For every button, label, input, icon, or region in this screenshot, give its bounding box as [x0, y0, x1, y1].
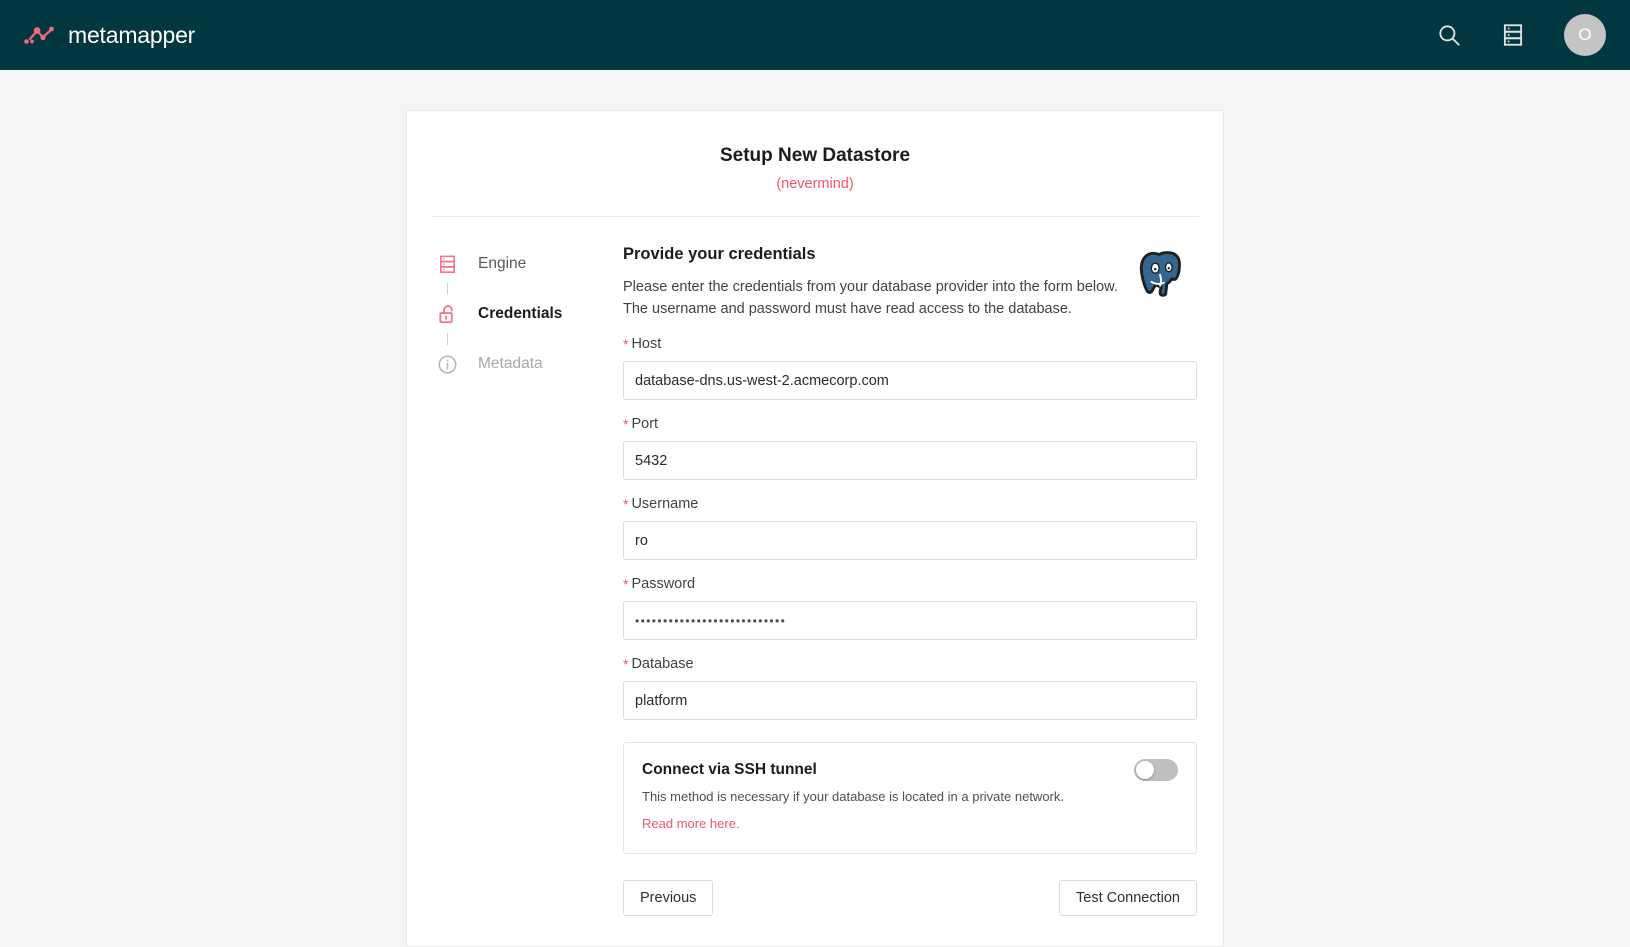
database-stack-icon [435, 252, 460, 277]
label-text: Password [631, 576, 696, 593]
page-title: Setup New Datastore [719, 145, 911, 166]
required-marker: * [623, 656, 629, 673]
sidebar-item-engine[interactable]: Engine [435, 247, 619, 281]
step-connector [447, 283, 448, 295]
test-connection-button[interactable]: Test Connection [1059, 880, 1197, 917]
field-port: * Port [623, 416, 1197, 481]
unlocked-padlock-icon [435, 302, 460, 327]
database-input[interactable] [623, 681, 1197, 721]
form-actions: Previous Test Connection [623, 880, 1197, 917]
field-label: * Port [623, 416, 1197, 432]
required-marker: * [623, 336, 629, 353]
card-body: Engine Credentials Metadata Provide your… [407, 217, 1223, 917]
ssh-tunnel-description: This method is necessary if your databas… [642, 789, 1064, 805]
form-description-line1: Please enter the credentials from your d… [623, 279, 1118, 295]
credentials-form: Provide your credentials Please enter th… [619, 243, 1197, 917]
avatar-initial: O [1578, 25, 1592, 44]
field-database: * Database [623, 656, 1197, 721]
form-description: Please enter the credentials from your d… [623, 276, 1128, 320]
required-marker: * [623, 496, 629, 513]
field-label: * Username [623, 496, 1197, 512]
form-heading: Provide your credentials [623, 245, 816, 263]
form-description-line2: The username and password must have read… [623, 301, 1072, 318]
field-password: * Password [623, 576, 1197, 641]
cancel-link[interactable]: (nevermind) [407, 176, 1223, 192]
sidebar-item-label: Metadata [478, 355, 543, 372]
host-input[interactable] [623, 361, 1197, 401]
step-connector [447, 333, 448, 345]
required-marker: * [623, 416, 629, 433]
avatar[interactable]: O [1564, 14, 1606, 56]
field-host: * Host [623, 336, 1197, 401]
field-label: * Host [623, 336, 1197, 352]
previous-button[interactable]: Previous [623, 880, 714, 917]
sidebar-item-label: Credentials [478, 305, 563, 322]
field-label: * Database [623, 656, 1197, 672]
top-navigation-bar: metamapper O [0, 0, 1630, 70]
postgresql-elephant-icon [1131, 243, 1193, 305]
sidebar-item-label: Engine [478, 255, 527, 272]
username-input[interactable] [623, 521, 1197, 561]
label-text: Username [631, 496, 699, 513]
molecule-logo-icon [24, 22, 58, 48]
ssh-read-more-link[interactable]: Read more here. [642, 816, 740, 831]
setup-steps: Engine Credentials Metadata [433, 245, 619, 916]
topbar-actions: O [1436, 14, 1606, 56]
setup-datastore-card: Setup New Datastore (nevermind) Engine C… [406, 110, 1224, 947]
label-text: Port [631, 416, 659, 433]
ssh-tunnel-toggle[interactable] [1134, 759, 1178, 782]
port-input[interactable] [623, 441, 1197, 481]
database-stack-icon[interactable] [1500, 22, 1526, 48]
page-content: Setup New Datastore (nevermind) Engine C… [0, 70, 1630, 947]
password-input[interactable] [623, 601, 1197, 641]
field-username: * Username [623, 496, 1197, 561]
sidebar-item-metadata[interactable]: Metadata [435, 347, 619, 381]
toggle-knob [1136, 761, 1154, 780]
ssh-tunnel-panel: Connect via SSH tunnel This method is ne… [623, 742, 1197, 855]
label-text: Database [631, 656, 694, 673]
label-text: Host [631, 336, 662, 353]
field-label: * Password [623, 576, 1197, 592]
info-circle-icon [435, 352, 460, 377]
ssh-tunnel-title: Connect via SSH tunnel [642, 761, 817, 779]
brand-name: metamapper [68, 21, 196, 48]
brand-logo[interactable]: metamapper [24, 22, 195, 49]
required-marker: * [623, 576, 629, 593]
sidebar-item-credentials[interactable]: Credentials [435, 297, 619, 331]
search-icon[interactable] [1436, 22, 1462, 48]
